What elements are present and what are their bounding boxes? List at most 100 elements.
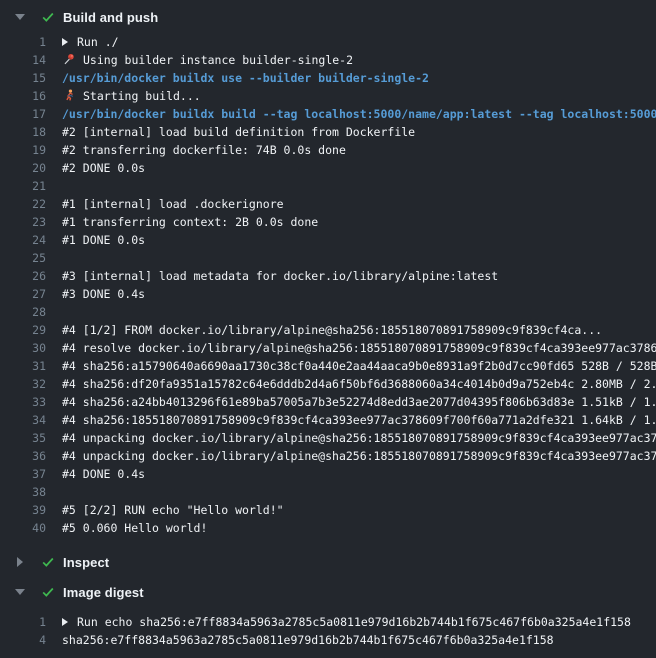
- log-text: #2 [internal] load build definition from…: [62, 123, 415, 141]
- log-line: 4 sha256:e7ff8834a5963a2785c5a0811e979d16…: [0, 631, 656, 649]
- log-text: Starting build...: [62, 87, 201, 105]
- log-line: 18 #2 [internal] load build definition fr…: [0, 123, 656, 141]
- line-number[interactable]: 17: [0, 105, 46, 123]
- log-text: #3 [internal] load metadata for docker.i…: [62, 267, 498, 285]
- chevron-right-icon: [14, 557, 26, 567]
- log-text: #5 0.060 Hello world!: [62, 519, 207, 537]
- line-number[interactable]: 4: [0, 631, 46, 649]
- line-number[interactable]: 23: [0, 213, 46, 231]
- section-title: Inspect: [63, 555, 109, 570]
- check-icon: [41, 10, 55, 24]
- log-text: /usr/bin/docker buildx build --tag local…: [62, 105, 656, 123]
- log-text: /usr/bin/docker buildx use --builder bui…: [62, 69, 429, 87]
- section-header-build-and-push[interactable]: Build and push: [0, 6, 656, 28]
- log-line: 27#3 DONE 0.4s: [0, 285, 656, 303]
- log-line: 36 #4 unpacking docker.io/library/alpine@…: [0, 447, 656, 465]
- log-lines-image-digest: 1 Run echo sha256:e7ff8834a5963a2785c5a08…: [0, 603, 656, 649]
- log-line: 16 Starting build...: [0, 87, 656, 105]
- log-lines-build-and-push: 1 Run ./ 14 Using builder instance builder-…: [0, 28, 656, 551]
- pushpin-icon: [62, 53, 76, 66]
- line-number[interactable]: 39: [0, 501, 46, 519]
- section-header-inspect[interactable]: Inspect: [0, 551, 656, 573]
- section-title: Build and push: [63, 10, 158, 25]
- log-text: #2 transferring dockerfile: 74B 0.0s don…: [62, 141, 346, 159]
- log-text: #1 [internal] load .dockerignore: [62, 195, 284, 213]
- log-line: 1 Run echo sha256:e7ff8834a5963a2785c5a08…: [0, 613, 656, 631]
- line-number[interactable]: 40: [0, 519, 46, 537]
- line-number[interactable]: 15: [0, 69, 46, 87]
- runner-icon: [62, 89, 76, 102]
- check-icon: [41, 555, 55, 569]
- run-group-text[interactable]: Run ./: [62, 33, 119, 51]
- log-text: #2 DONE 0.0s: [62, 159, 145, 177]
- log-line: 35 #4 unpacking docker.io/library/alpine@…: [0, 429, 656, 447]
- log-line: 17/usr/bin/docker buildx build --tag loc…: [0, 105, 656, 123]
- expand-run-icon[interactable]: [62, 38, 68, 46]
- log-line: 28: [0, 303, 656, 321]
- log-line: 25: [0, 249, 656, 267]
- check-icon: [41, 585, 55, 599]
- line-number[interactable]: 34: [0, 411, 46, 429]
- line-number[interactable]: 24: [0, 231, 46, 249]
- log-text: #4 [1/2] FROM docker.io/library/alpine@s…: [62, 321, 602, 339]
- log-line: 37 #4 DONE 0.4s: [0, 465, 656, 483]
- line-number[interactable]: 14: [0, 51, 46, 69]
- log-text: #4 unpacking docker.io/library/alpine@sh…: [62, 429, 656, 447]
- line-number[interactable]: 37: [0, 465, 46, 483]
- section-title: Image digest: [63, 585, 144, 600]
- log-line: 39 #5 [2/2] RUN echo "Hello world!": [0, 501, 656, 519]
- log-text: #4 sha256:185518070891758909c9f839cf4ca3…: [62, 411, 656, 429]
- line-number[interactable]: 28: [0, 303, 46, 321]
- log-line: 19 #2 transferring dockerfile: 74B 0.0s d…: [0, 141, 656, 159]
- line-number[interactable]: 1: [0, 33, 46, 51]
- log-line: 20 #2 DONE 0.0s: [0, 159, 656, 177]
- log-text: #4 resolve docker.io/library/alpine@sha2…: [62, 339, 656, 357]
- log-line: 22 #1 [internal] load .dockerignore: [0, 195, 656, 213]
- log-text: #4 sha256:a15790640a6690aa1730c38cf0a440…: [62, 357, 656, 375]
- line-number[interactable]: 36: [0, 447, 46, 465]
- line-number[interactable]: 16: [0, 87, 46, 105]
- log-line: 15/usr/bin/docker buildx use --builder b…: [0, 69, 656, 87]
- line-number[interactable]: 38: [0, 483, 46, 501]
- line-number[interactable]: 26: [0, 267, 46, 285]
- log-line: 21: [0, 177, 656, 195]
- log-text: #5 [2/2] RUN echo "Hello world!": [62, 501, 284, 519]
- log-line: 1 Run ./: [0, 33, 656, 51]
- log-text: #1 transferring context: 2B 0.0s done: [62, 213, 318, 231]
- chevron-down-icon: [14, 14, 26, 20]
- actions-log-viewer: { "colors": { "background": "#23272d", "…: [0, 0, 656, 658]
- line-number[interactable]: 33: [0, 393, 46, 411]
- log-line: 24 #1 DONE 0.0s: [0, 231, 656, 249]
- section-image-digest: Image digest 1 Run echo sha256:e7ff8834a5…: [0, 581, 656, 649]
- log-line: 29 #4 [1/2] FROM docker.io/library/alpine…: [0, 321, 656, 339]
- run-group-text[interactable]: Run echo sha256:e7ff8834a5963a2785c5a081…: [62, 613, 631, 631]
- log-text: #4 unpacking docker.io/library/alpine@sh…: [62, 447, 656, 465]
- line-number[interactable]: 32: [0, 375, 46, 393]
- section-header-image-digest[interactable]: Image digest: [0, 581, 656, 603]
- line-number[interactable]: 22: [0, 195, 46, 213]
- line-number[interactable]: 30: [0, 339, 46, 357]
- expand-run-icon[interactable]: [62, 618, 68, 626]
- line-number[interactable]: 21: [0, 177, 46, 195]
- line-number[interactable]: 18: [0, 123, 46, 141]
- section-inspect: Inspect: [0, 551, 656, 573]
- log-line: 40 #5 0.060 Hello world!: [0, 519, 656, 537]
- log-text: sha256:e7ff8834a5963a2785c5a0811e979d16b…: [62, 631, 554, 649]
- section-build-and-push: Build and push 1 Run ./ 14 Using builder in…: [0, 6, 656, 551]
- log-line: 32 #4 sha256:df20fa9351a15782c64e6dddb2d4…: [0, 375, 656, 393]
- line-number[interactable]: 29: [0, 321, 46, 339]
- line-number[interactable]: 35: [0, 429, 46, 447]
- line-number[interactable]: 27: [0, 285, 46, 303]
- line-number[interactable]: 31: [0, 357, 46, 375]
- log-line: 31 #4 sha256:a15790640a6690aa1730c38cf0a4…: [0, 357, 656, 375]
- log-line: 33#4 sha256:a24bb4013296f61e89ba57005a7b…: [0, 393, 656, 411]
- line-number[interactable]: 19: [0, 141, 46, 159]
- log-text: #4 sha256:df20fa9351a15782c64e6dddb2d4a6…: [62, 375, 656, 393]
- line-number[interactable]: 1: [0, 613, 46, 631]
- log-line: 34 #4 sha256:185518070891758909c9f839cf4c…: [0, 411, 656, 429]
- log-text: #4 DONE 0.4s: [62, 465, 145, 483]
- log-text: Using builder instance builder-single-2: [62, 51, 353, 69]
- line-number[interactable]: 25: [0, 249, 46, 267]
- line-number[interactable]: 20: [0, 159, 46, 177]
- log-text: #1 DONE 0.0s: [62, 231, 145, 249]
